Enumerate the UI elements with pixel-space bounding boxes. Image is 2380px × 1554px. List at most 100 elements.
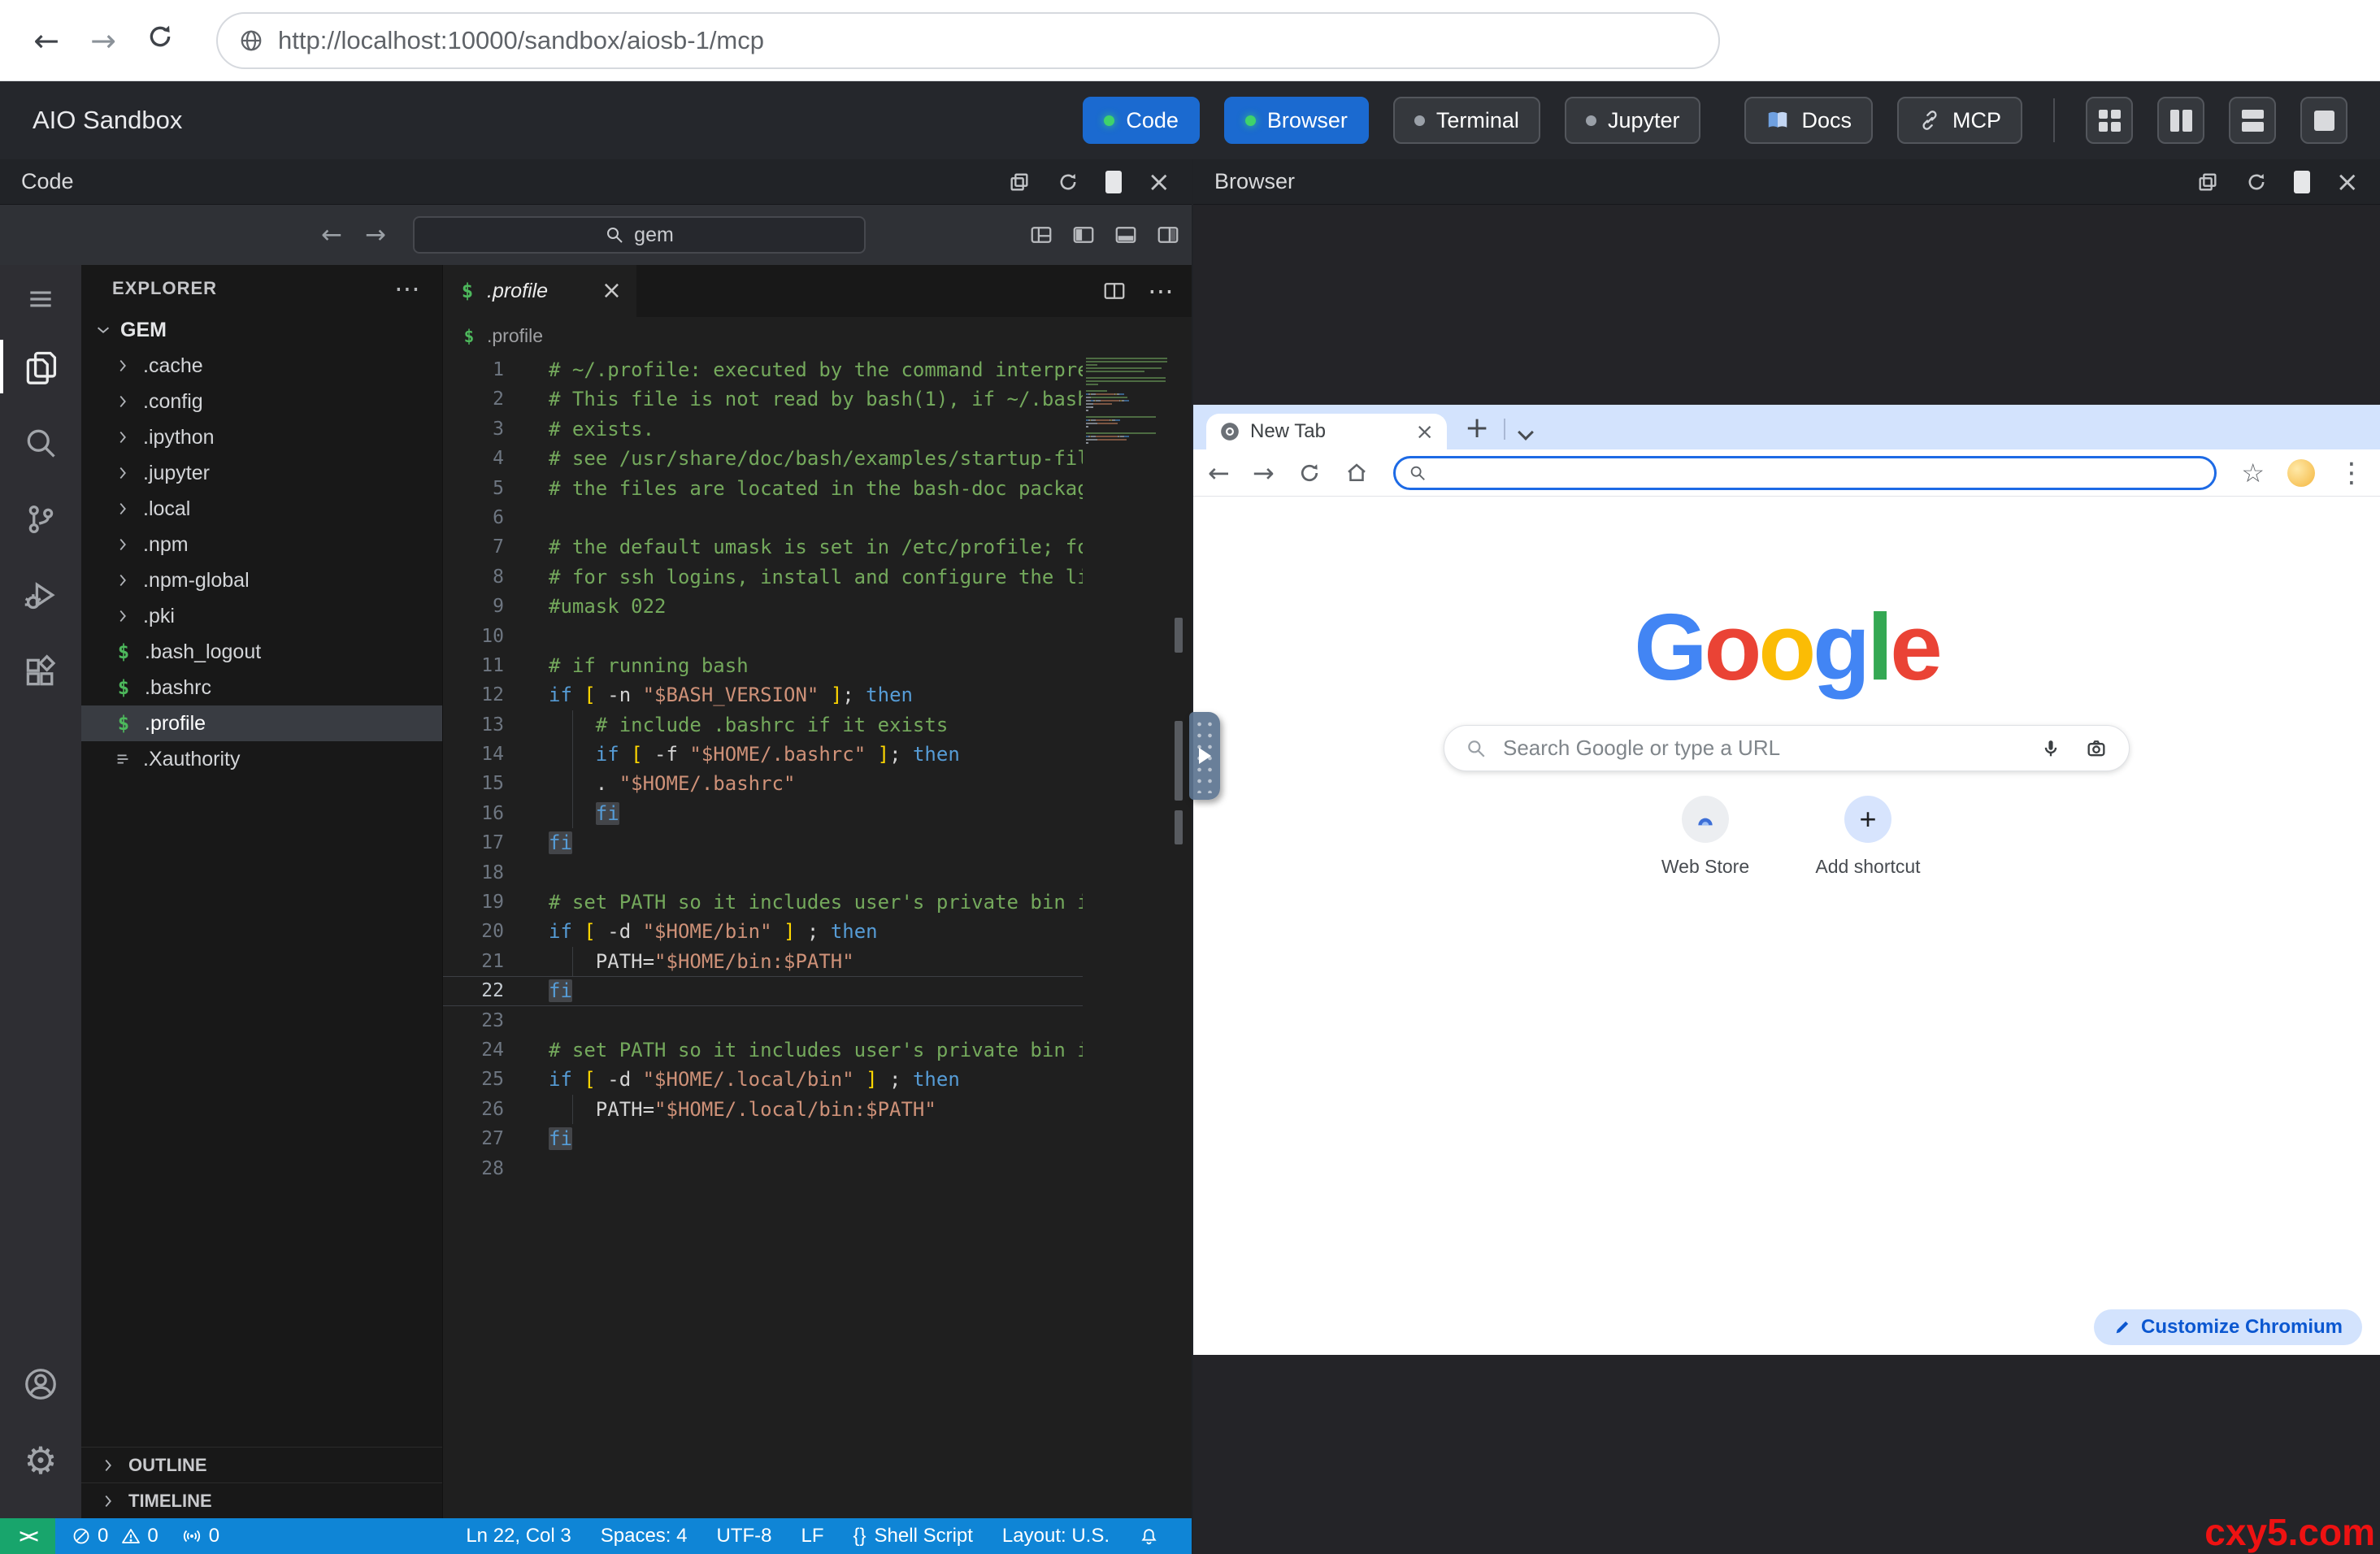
toggle-panel-icon[interactable] <box>1114 223 1138 247</box>
problems-status[interactable]: 0 0 <box>72 1525 159 1547</box>
customize-layout-icon[interactable] <box>1029 223 1053 247</box>
maximize-panel-icon[interactable] <box>1105 171 1122 193</box>
omnibox-input[interactable] <box>1435 460 2202 485</box>
tree-item-ipython[interactable]: .ipython <box>81 419 442 455</box>
profile-avatar[interactable] <box>2287 459 2315 487</box>
code-line-10[interactable]: 10 <box>443 622 1083 651</box>
menu-hamburger-icon[interactable] <box>0 270 81 328</box>
language-mode[interactable]: {} Shell Script <box>853 1525 973 1547</box>
chromium-tab-new-tab[interactable]: New Tab × <box>1206 414 1447 449</box>
tab-terminal[interactable]: Terminal <box>1393 97 1540 144</box>
panel-expand-handle[interactable] <box>1189 712 1220 800</box>
code-line-12[interactable]: 12if [ -n "$BASH_VERSION" ]; then <box>443 680 1083 710</box>
tree-item-local[interactable]: .local <box>81 491 442 527</box>
cursor-position[interactable]: Ln 22, Col 3 <box>466 1525 571 1547</box>
omnibox[interactable] <box>1393 456 2217 490</box>
google-search-input[interactable] <box>1501 735 2025 762</box>
notifications-bell-icon[interactable] <box>1139 1526 1159 1547</box>
tab-close-icon[interactable]: × <box>1415 421 1434 443</box>
tab-search-chevron-icon[interactable] <box>1518 424 1534 441</box>
tree-item-profile[interactable]: $.profile <box>81 705 442 741</box>
tree-item-gem[interactable]: GEM <box>81 312 442 348</box>
code-line-15[interactable]: 15 . "$HOME/.bashrc" <box>443 769 1083 798</box>
duplicate-panel-icon[interactable] <box>2196 171 2219 193</box>
close-panel-icon[interactable]: × <box>2336 168 2360 196</box>
code-line-16[interactable]: 16 fi <box>443 799 1083 828</box>
minimap[interactable] <box>1083 357 1167 448</box>
code-line-2[interactable]: 2# This file is not read by bash(1), if … <box>443 384 1083 414</box>
code-line-6[interactable]: 6 <box>443 503 1083 532</box>
code-line-26[interactable]: 26 PATH="$HOME/.local/bin:$PATH" <box>443 1095 1083 1124</box>
tree-item-npm[interactable]: .npm <box>81 527 442 562</box>
settings-gear-icon[interactable]: ⚙ <box>0 1422 81 1499</box>
customize-chromium-button[interactable]: Customize Chromium <box>2094 1309 2362 1345</box>
reload-icon[interactable] <box>141 23 179 59</box>
encoding[interactable]: UTF-8 <box>716 1525 771 1547</box>
tab-close-icon[interactable]: × <box>602 279 622 303</box>
code-line-11[interactable]: 11# if running bash <box>443 651 1083 680</box>
code-editor[interactable]: 1# ~/.profile: executed by the command i… <box>443 355 1192 1518</box>
remote-indicator[interactable]: >< <box>0 1518 55 1554</box>
explorer-more-actions-icon[interactable]: ⋯ <box>394 273 421 304</box>
layout-rows-button[interactable] <box>2229 97 2276 144</box>
indentation[interactable]: Spaces: 4 <box>601 1525 688 1547</box>
account-icon[interactable] <box>0 1346 81 1422</box>
home-icon[interactable] <box>1344 461 1369 485</box>
tree-item-pki[interactable]: .pki <box>81 598 442 634</box>
code-line-27[interactable]: 27fi <box>443 1124 1083 1153</box>
tab-browser[interactable]: Browser <box>1224 97 1369 144</box>
code-line-22[interactable]: 22fi <box>443 976 1083 1005</box>
browser-reload-icon[interactable] <box>1297 461 1322 485</box>
code-line-14[interactable]: 14 if [ -f "$HOME/.bashrc" ]; then <box>443 740 1083 769</box>
split-editor-icon[interactable] <box>1102 279 1127 303</box>
code-line-28[interactable]: 28 <box>443 1154 1083 1183</box>
maximize-panel-icon[interactable] <box>2294 171 2310 193</box>
tree-item-jupyter[interactable]: .jupyter <box>81 455 442 491</box>
editor-more-actions-icon[interactable]: ⋯ <box>1148 276 1174 306</box>
layout-single-button[interactable] <box>2300 97 2347 144</box>
close-panel-icon[interactable]: × <box>1148 168 1171 196</box>
history-forward-icon[interactable]: → <box>365 220 386 250</box>
tree-item-bashrc[interactable]: $.bashrc <box>81 670 442 705</box>
keyboard-layout[interactable]: Layout: U.S. <box>1002 1525 1110 1547</box>
tab-jupyter[interactable]: Jupyter <box>1565 97 1701 144</box>
browser-menu-kebab-icon[interactable]: ⋮ <box>2338 457 2365 489</box>
voice-search-mic-icon[interactable] <box>2039 737 2062 760</box>
history-back-icon[interactable]: ← <box>321 220 342 250</box>
tree-item-bash_logout[interactable]: $.bash_logout <box>81 634 442 670</box>
section-timeline[interactable]: TIMELINE <box>81 1482 442 1518</box>
bookmark-star-icon[interactable]: ☆ <box>2241 458 2265 488</box>
code-line-4[interactable]: 4# see /usr/share/doc/bash/examples/star… <box>443 444 1083 473</box>
code-line-3[interactable]: 3# exists. <box>443 415 1083 444</box>
tree-item-xauthority[interactable]: .Xauthority <box>81 741 442 777</box>
code-line-24[interactable]: 24# set PATH so it includes user's priva… <box>443 1035 1083 1065</box>
scrollbar-mark[interactable] <box>1175 810 1183 844</box>
section-outline[interactable]: OUTLINE <box>81 1447 442 1482</box>
shortcut-web-store[interactable]: Web Store <box>1653 796 1758 878</box>
command-search-box[interactable]: gem <box>413 216 866 254</box>
toggle-sidebar-icon[interactable] <box>1071 223 1096 247</box>
code-line-20[interactable]: 20if [ -d "$HOME/bin" ] ; then <box>443 917 1083 946</box>
code-line-25[interactable]: 25if [ -d "$HOME/.local/bin" ] ; then <box>443 1065 1083 1094</box>
sidebar-item-source-control[interactable] <box>0 481 81 558</box>
google-search-box[interactable] <box>1444 725 2130 771</box>
new-tab-plus-icon[interactable]: + <box>1465 414 1489 443</box>
breadcrumb[interactable]: $ .profile <box>443 317 1192 355</box>
scrollbar-mark[interactable] <box>1175 618 1183 653</box>
tab-code[interactable]: Code <box>1083 97 1200 144</box>
forward-icon[interactable]: → <box>85 23 122 59</box>
sidebar-item-search[interactable] <box>0 405 81 481</box>
code-line-7[interactable]: 7# the default umask is set in /etc/prof… <box>443 532 1083 562</box>
mcp-button[interactable]: MCP <box>1897 97 2022 144</box>
code-line-8[interactable]: 8# for ssh logins, install and configure… <box>443 562 1083 592</box>
duplicate-panel-icon[interactable] <box>1008 171 1031 193</box>
code-line-23[interactable]: 23 <box>443 1006 1083 1035</box>
tree-item-npm-global[interactable]: .npm-global <box>81 562 442 598</box>
toggle-secondary-sidebar-icon[interactable] <box>1156 223 1180 247</box>
docs-button[interactable]: Docs <box>1744 97 1873 144</box>
code-line-13[interactable]: 13 # include .bashrc if it exists <box>443 710 1083 740</box>
layout-grid-button[interactable] <box>2086 97 2133 144</box>
editor-tab-profile[interactable]: $ .profile × <box>443 265 636 317</box>
refresh-panel-icon[interactable] <box>1057 171 1079 193</box>
scrollbar-mark[interactable] <box>1175 721 1183 801</box>
